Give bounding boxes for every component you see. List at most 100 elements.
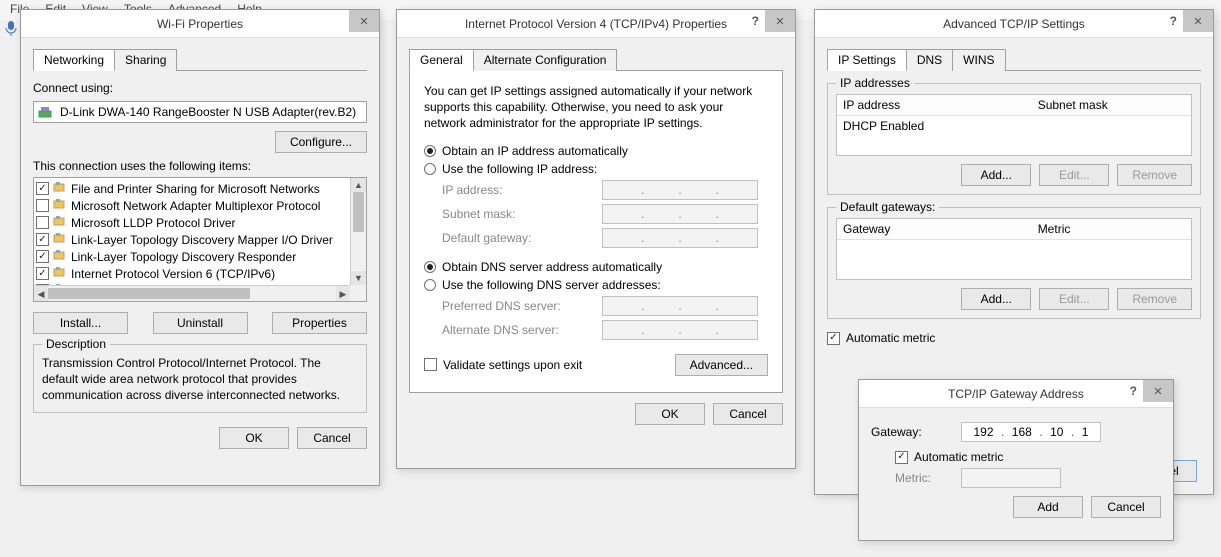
- adapter-field[interactable]: D-Link DWA-140 RangeBooster N USB Adapte…: [33, 101, 367, 123]
- help-icon[interactable]: ?: [1130, 384, 1137, 398]
- cancel-button[interactable]: Cancel: [297, 427, 367, 449]
- alternate-dns-label: Alternate DNS server:: [442, 323, 602, 337]
- ip-addresses-table[interactable]: IP addressSubnet mask DHCP Enabled: [836, 94, 1192, 156]
- col-metric: Metric: [1032, 219, 1077, 239]
- scroll-up-icon[interactable]: ▲: [351, 178, 366, 192]
- cancel-button[interactable]: Cancel: [1091, 496, 1161, 518]
- scroll-down-icon[interactable]: ▼: [351, 271, 366, 285]
- tab-general[interactable]: General: [409, 49, 474, 71]
- radio-icon: [424, 145, 436, 157]
- ok-button[interactable]: OK: [219, 427, 289, 449]
- horizontal-scrollbar[interactable]: ◀ ▶: [34, 285, 350, 301]
- close-button[interactable]: ✕: [349, 10, 379, 32]
- gateway-field[interactable]: 192. 168. 10. 1: [961, 422, 1101, 442]
- ip-address-label: IP address:: [442, 183, 602, 197]
- col-ip-address: IP address: [837, 95, 1032, 115]
- scroll-right-icon[interactable]: ▶: [336, 286, 350, 301]
- list-item[interactable]: Link-Layer Topology Discovery Responder: [36, 248, 348, 265]
- auto-metric-checkbox[interactable]: Automatic metric: [895, 450, 1161, 464]
- connect-using-label: Connect using:: [33, 81, 367, 95]
- metric-field: [961, 468, 1061, 488]
- wifi-properties-dialog: Wi-Fi Properties ✕ Networking Sharing Co…: [20, 9, 380, 486]
- default-gateways-legend: Default gateways:: [836, 200, 939, 214]
- items-label: This connection uses the following items…: [33, 159, 367, 173]
- checkbox-icon[interactable]: [36, 267, 49, 280]
- tab-sharing[interactable]: Sharing: [114, 49, 177, 71]
- general-panel: You can get IP settings assigned automat…: [409, 71, 783, 393]
- checkbox-icon[interactable]: [36, 250, 49, 263]
- col-gateway: Gateway: [837, 219, 1032, 239]
- tab-wins[interactable]: WINS: [952, 49, 1005, 71]
- close-button[interactable]: ✕: [765, 10, 795, 32]
- checkbox-icon[interactable]: [36, 182, 49, 195]
- radio-icon: [424, 163, 436, 175]
- gateway-label: Gateway:: [871, 425, 961, 439]
- ok-button[interactable]: OK: [635, 403, 705, 425]
- validate-checkbox[interactable]: Validate settings upon exit: [424, 358, 582, 372]
- checkbox-icon[interactable]: [36, 199, 49, 212]
- subnet-mask-field: ...: [602, 204, 758, 224]
- list-item[interactable]: Microsoft LLDP Protocol Driver: [36, 214, 348, 231]
- gateway-address-dialog: TCP/IP Gateway Address ? ✕ Gateway: 192.…: [858, 379, 1174, 541]
- dialog-title: TCP/IP Gateway Address: [859, 387, 1173, 401]
- items-listbox[interactable]: File and Printer Sharing for Microsoft N…: [33, 177, 367, 302]
- titlebar: Advanced TCP/IP Settings ? ✕: [815, 10, 1213, 38]
- checkbox-icon[interactable]: [36, 216, 49, 229]
- cancel-button[interactable]: Cancel: [713, 403, 783, 425]
- vertical-scrollbar[interactable]: ▲ ▼: [350, 178, 366, 285]
- ip-addresses-group: IP addresses IP addressSubnet mask DHCP …: [827, 83, 1201, 195]
- tabstrip: IP Settings DNS WINS: [827, 48, 1201, 71]
- tab-ip-settings[interactable]: IP Settings: [827, 49, 907, 71]
- list-item[interactable]: Link-Layer Topology Discovery Mapper I/O…: [36, 231, 348, 248]
- protocol-icon: [53, 181, 67, 196]
- ip-address-field: ...: [602, 180, 758, 200]
- list-item[interactable]: File and Printer Sharing for Microsoft N…: [36, 180, 348, 197]
- checkbox-icon[interactable]: [36, 233, 49, 246]
- gateways-table[interactable]: GatewayMetric: [836, 218, 1192, 280]
- adapter-icon: [38, 105, 54, 119]
- add-button[interactable]: Add...: [961, 288, 1031, 310]
- edit-button: Edit...: [1039, 164, 1109, 186]
- properties-button[interactable]: Properties: [272, 312, 367, 334]
- scroll-left-icon[interactable]: ◀: [34, 286, 48, 301]
- help-icon[interactable]: ?: [752, 14, 759, 28]
- add-button[interactable]: Add: [1013, 496, 1083, 518]
- radio-manual-dns[interactable]: Use the following DNS server addresses:: [424, 278, 768, 292]
- checkbox-icon: [424, 358, 437, 371]
- help-icon[interactable]: ?: [1170, 14, 1177, 28]
- description-legend: Description: [42, 337, 110, 351]
- list-item-label: Microsoft Network Adapter Multiplexor Pr…: [71, 199, 320, 213]
- scroll-thumb[interactable]: [353, 192, 364, 232]
- uninstall-button[interactable]: Uninstall: [153, 312, 248, 334]
- close-button[interactable]: ✕: [1143, 380, 1173, 402]
- hscroll-thumb[interactable]: [48, 288, 250, 299]
- protocol-icon: [53, 198, 67, 213]
- radio-auto-ip[interactable]: Obtain an IP address automatically: [424, 144, 768, 158]
- dialog-title: Advanced TCP/IP Settings: [815, 17, 1213, 31]
- protocol-icon: [53, 266, 67, 281]
- default-gateways-group: Default gateways: GatewayMetric Add... E…: [827, 207, 1201, 319]
- tab-networking[interactable]: Networking: [33, 49, 115, 71]
- radio-manual-ip[interactable]: Use the following IP address:: [424, 162, 768, 176]
- tab-dns[interactable]: DNS: [906, 49, 953, 71]
- install-button[interactable]: Install...: [33, 312, 128, 334]
- configure-button[interactable]: Configure...: [275, 131, 367, 153]
- edit-button: Edit...: [1039, 288, 1109, 310]
- close-button[interactable]: ✕: [1183, 10, 1213, 32]
- auto-metric-checkbox[interactable]: Automatic metric: [827, 331, 1201, 345]
- preferred-dns-label: Preferred DNS server:: [442, 299, 602, 313]
- list-item[interactable]: Internet Protocol Version 6 (TCP/IPv6): [36, 265, 348, 282]
- list-item[interactable]: Microsoft Network Adapter Multiplexor Pr…: [36, 197, 348, 214]
- protocol-icon: [53, 232, 67, 247]
- advanced-button[interactable]: Advanced...: [675, 354, 768, 376]
- add-button[interactable]: Add...: [961, 164, 1031, 186]
- titlebar: Wi-Fi Properties ✕: [21, 10, 379, 38]
- tab-alternate[interactable]: Alternate Configuration: [473, 49, 618, 71]
- radio-auto-dns[interactable]: Obtain DNS server address automatically: [424, 260, 768, 274]
- microphone-icon[interactable]: [4, 20, 18, 36]
- table-row[interactable]: DHCP Enabled: [837, 116, 1191, 136]
- checkbox-icon: [895, 451, 908, 464]
- description-group: Description Transmission Control Protoco…: [33, 344, 367, 413]
- col-subnet-mask: Subnet mask: [1032, 95, 1114, 115]
- remove-button: Remove: [1117, 288, 1192, 310]
